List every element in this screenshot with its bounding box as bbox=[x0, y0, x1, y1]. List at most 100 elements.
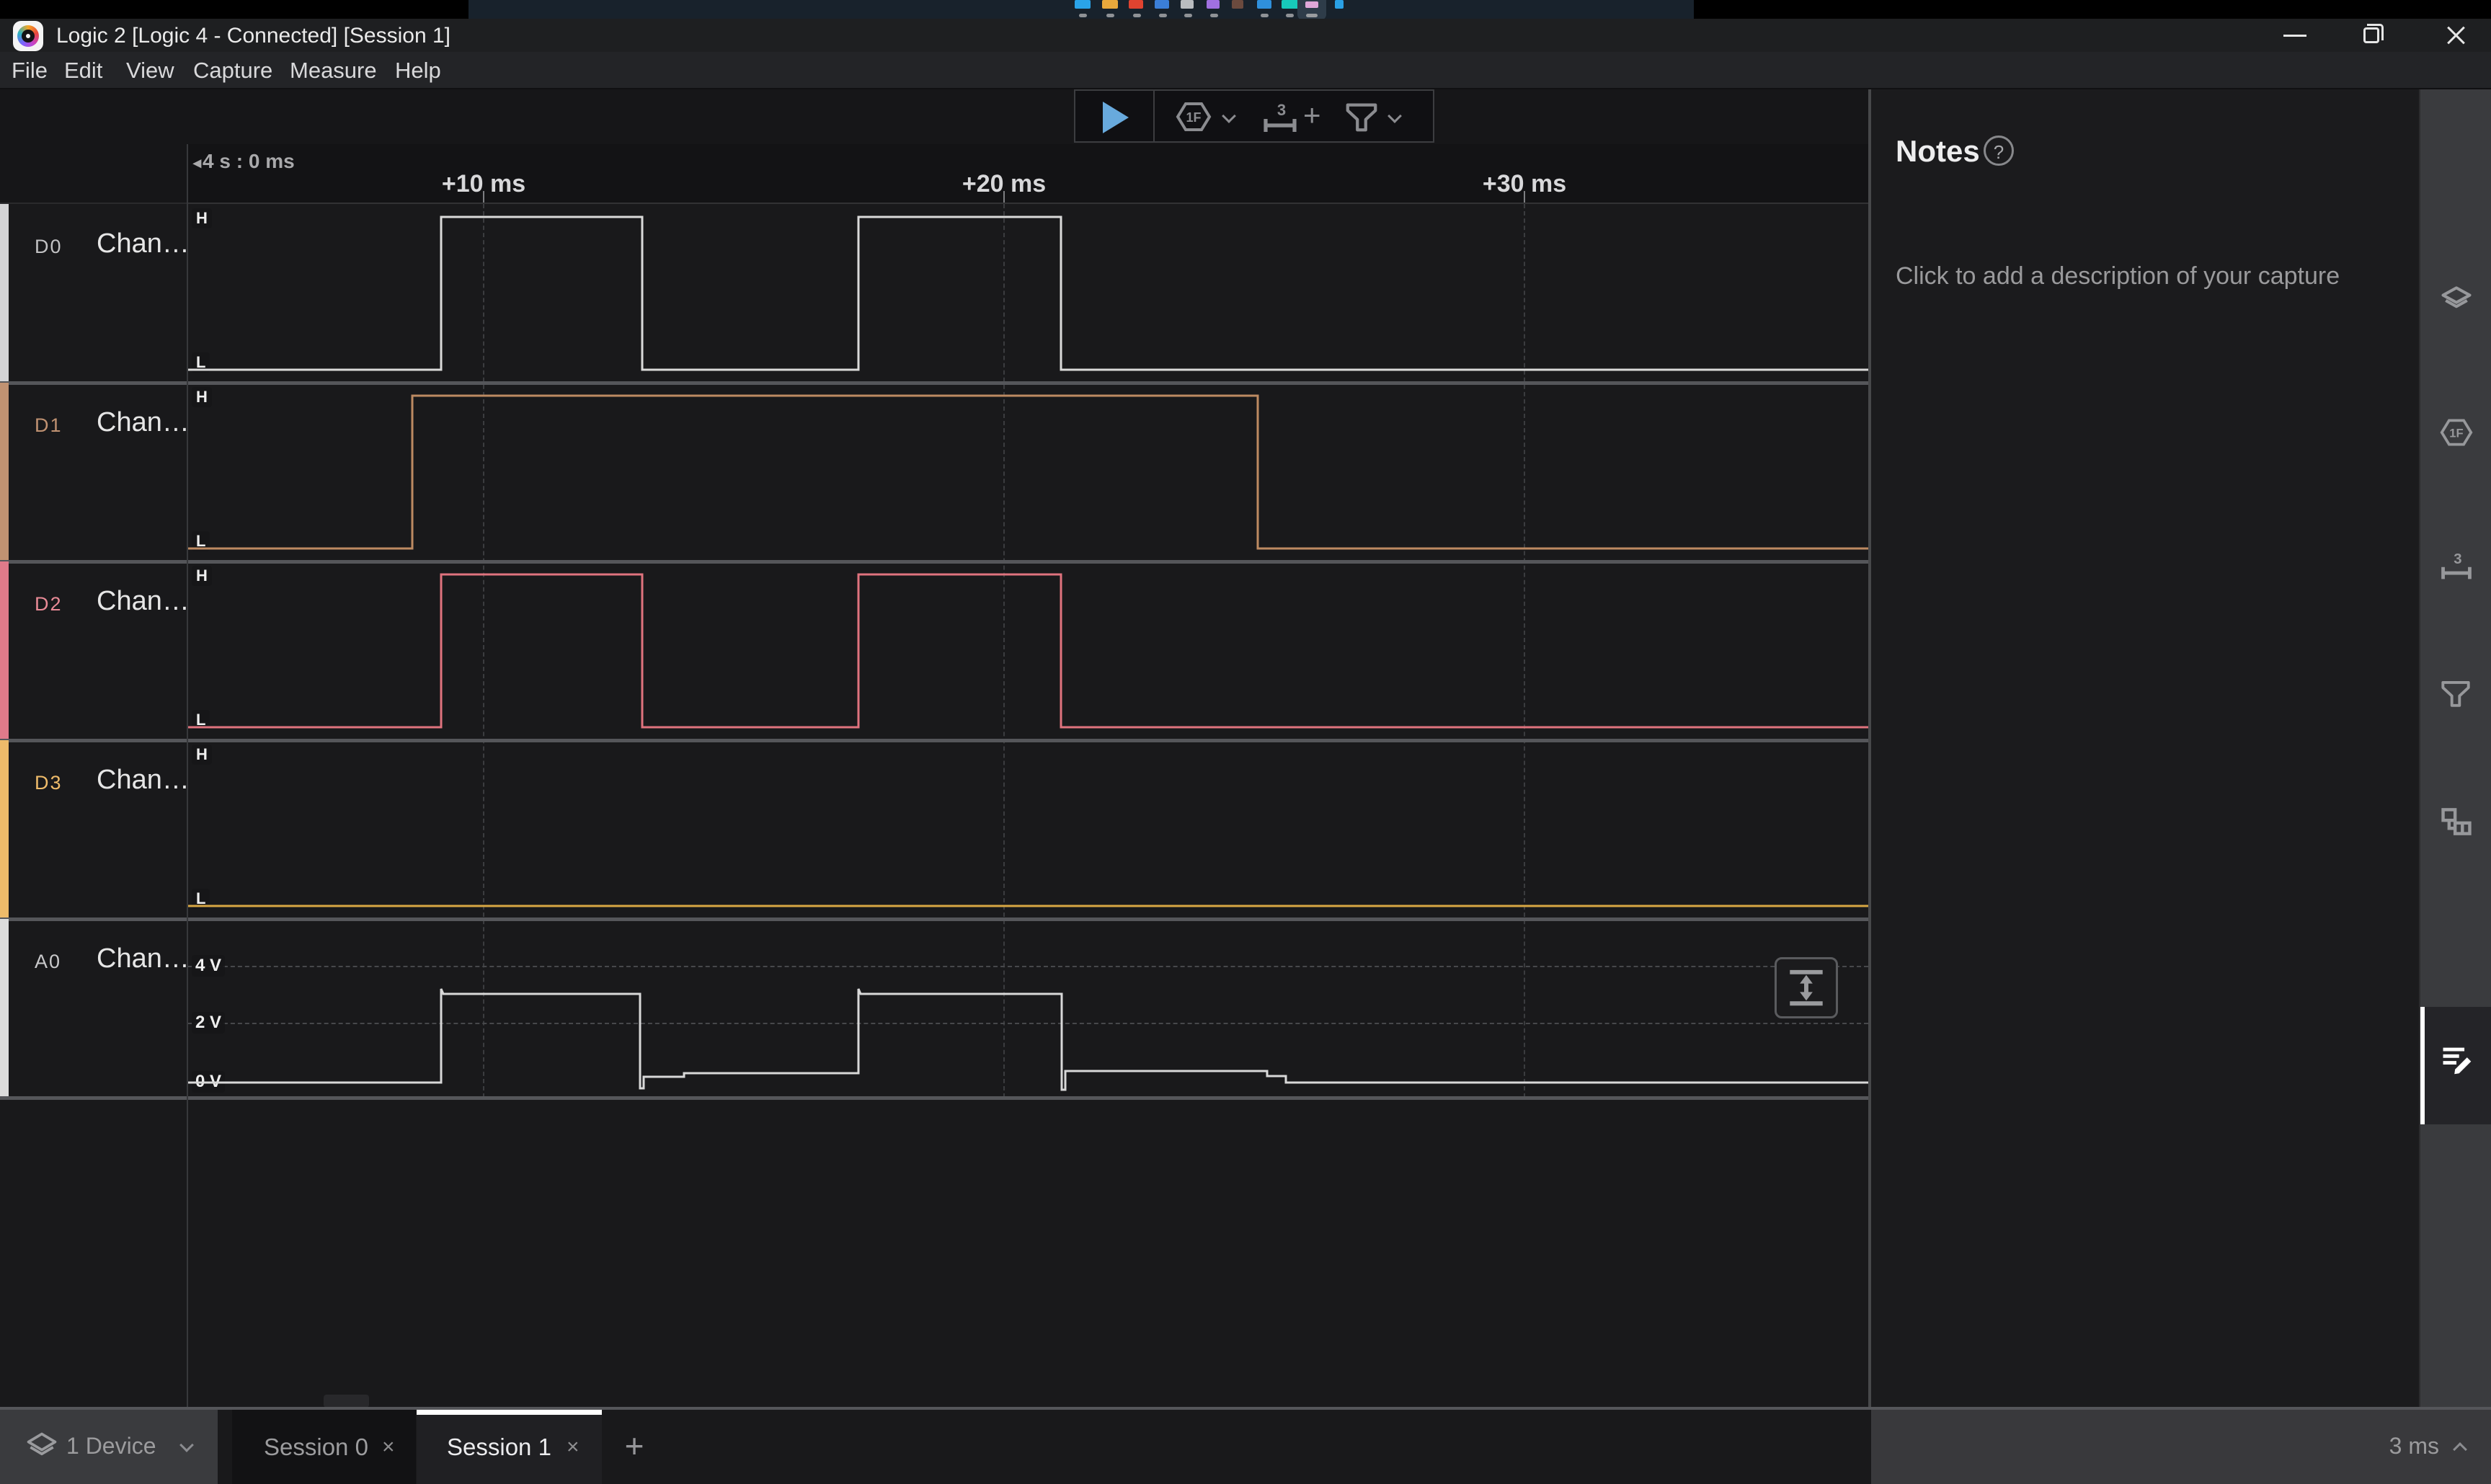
notes-pencil-icon[interactable] bbox=[2439, 1041, 2474, 1076]
waveform-d1[interactable]: HL bbox=[187, 383, 1868, 561]
waveform-trace bbox=[187, 561, 1868, 740]
channel-name[interactable]: Chan… bbox=[97, 407, 190, 438]
taskbar-running-dot bbox=[1184, 14, 1192, 17]
zoom-level[interactable]: 3 ms bbox=[2389, 1433, 2439, 1459]
menu-item-edit[interactable]: Edit bbox=[64, 58, 102, 84]
add-measurement-button[interactable]: + bbox=[1303, 98, 1321, 133]
tab-label: Session 1 bbox=[447, 1434, 551, 1461]
timeline-ruler[interactable]: ◂4 s : 0 ms +10 ms+20 ms+30 ms bbox=[187, 144, 1868, 204]
channel-id: A0 bbox=[35, 951, 61, 973]
waveform-a0[interactable]: 4 V2 V0 V bbox=[187, 919, 1868, 1098]
app-logo-icon bbox=[13, 21, 43, 51]
devices-layers-icon[interactable] bbox=[2439, 283, 2474, 317]
taskbar-app-icon[interactable] bbox=[1232, 0, 1243, 9]
channel-id: D2 bbox=[35, 593, 63, 616]
taskbar-app-icon[interactable] bbox=[1075, 0, 1091, 9]
device-layers-icon bbox=[25, 1430, 59, 1465]
channel-row-d0[interactable]: D0Chan…HL bbox=[0, 204, 1868, 383]
menu-item-file[interactable]: File bbox=[12, 58, 48, 84]
waveform-d3[interactable]: HL bbox=[187, 740, 1868, 919]
taskbar-app-icon[interactable] bbox=[1257, 0, 1271, 9]
channel-name[interactable]: Chan… bbox=[97, 943, 190, 974]
menu-item-measure[interactable]: Measure bbox=[290, 58, 377, 84]
menu-item-help[interactable]: Help bbox=[395, 58, 441, 84]
channel-row-d1[interactable]: D1Chan…HL bbox=[0, 383, 1868, 561]
notes-title: Notes bbox=[1896, 134, 1980, 169]
os-taskbar-sliver bbox=[0, 0, 2491, 19]
menu-item-capture[interactable]: Capture bbox=[193, 58, 272, 84]
ruler-absolute-time: ◂4 s : 0 ms bbox=[193, 150, 295, 173]
ruler-corner bbox=[0, 144, 187, 204]
taskbar-active-app-slot[interactable] bbox=[1297, 0, 1326, 20]
device-label: 1 Device bbox=[66, 1433, 156, 1459]
notes-panel: Notes ? Click to add a description of yo… bbox=[1871, 89, 2419, 1408]
channel-name[interactable]: Chan… bbox=[97, 765, 190, 796]
svg-text:3: 3 bbox=[1277, 101, 1286, 119]
fit-vertical-scale-button[interactable] bbox=[1775, 957, 1838, 1018]
taskbar-app-icon[interactable] bbox=[1181, 0, 1194, 9]
taskbar-running-dot bbox=[1106, 14, 1114, 17]
title-bar: Logic 2 [Logic 4 - Connected] [Session 1… bbox=[0, 19, 2491, 52]
tab-session-1[interactable]: Session 1 × bbox=[417, 1410, 602, 1484]
horizontal-scrollbar-thumb[interactable] bbox=[324, 1395, 369, 1408]
analyzers-hexagon-icon[interactable]: 1F bbox=[2439, 417, 2474, 451]
taskbar-running-dot bbox=[1133, 14, 1141, 17]
waveform-lanes: D0Chan…HLD1Chan…HLD2Chan…HLD3Chan…HLA0Ch… bbox=[0, 204, 1868, 1098]
waveform-d0[interactable]: HL bbox=[187, 204, 1868, 383]
trigger-funnel-icon[interactable] bbox=[1344, 100, 1380, 137]
close-button[interactable] bbox=[2419, 19, 2491, 52]
extensions-grid-icon[interactable] bbox=[2439, 804, 2474, 839]
tab-session-0[interactable]: Session 0 × bbox=[232, 1410, 416, 1484]
restore-icon bbox=[2363, 27, 2379, 43]
channel-color-stripe bbox=[0, 204, 9, 383]
taskbar-running-dot bbox=[1210, 14, 1218, 17]
start-capture-button[interactable] bbox=[1074, 89, 1155, 143]
minimize-icon bbox=[2283, 35, 2306, 37]
app-logo-pupil bbox=[26, 34, 30, 38]
taskbar-app-icon[interactable] bbox=[1207, 0, 1220, 9]
notes-placeholder[interactable]: Click to add a description of your captu… bbox=[1896, 262, 2340, 290]
channel-color-stripe bbox=[0, 383, 9, 561]
channel-color-stripe bbox=[0, 740, 9, 919]
analyzers-hexagon-icon[interactable]: 1F bbox=[1175, 100, 1212, 137]
device-chevron-down-icon bbox=[179, 1438, 194, 1452]
help-icon[interactable]: ? bbox=[1984, 135, 2014, 166]
tab-close-icon[interactable]: × bbox=[567, 1435, 580, 1459]
waveform-d2[interactable]: HL bbox=[187, 561, 1868, 740]
status-bar-right: 3 ms bbox=[1871, 1410, 2491, 1484]
taskbar-app-icon[interactable] bbox=[1102, 0, 1118, 9]
measurements-bracket-icon[interactable]: 3 bbox=[2439, 548, 2474, 583]
trigger-funnel-icon[interactable] bbox=[2439, 677, 2474, 712]
taskbar-running-dot bbox=[1286, 14, 1294, 17]
logic2-app: Logic 2 [Logic 4 - Connected] [Session 1… bbox=[0, 0, 2491, 1484]
zoom-chevron-up-icon[interactable] bbox=[2453, 1442, 2467, 1457]
label-column-divider bbox=[187, 144, 188, 1408]
taskbar-running-dot bbox=[1079, 14, 1087, 17]
channel-row-d2[interactable]: D2 Chan…HL bbox=[0, 561, 1868, 740]
channel-name[interactable]: Chan… bbox=[97, 228, 190, 259]
menu-item-view[interactable]: View bbox=[126, 58, 174, 84]
analyzers-chevron-down-icon[interactable] bbox=[1222, 109, 1236, 123]
taskbar-app-icon[interactable] bbox=[1155, 0, 1169, 9]
right-icon-rail: 1F 3 bbox=[2419, 89, 2491, 1484]
tab-close-icon[interactable]: × bbox=[382, 1435, 395, 1459]
new-session-button[interactable]: + bbox=[614, 1424, 654, 1467]
toolbar-icon-group: 1F 3 + bbox=[1153, 89, 1434, 143]
taskbar-app-icon[interactable] bbox=[1129, 0, 1143, 9]
lane-separator bbox=[0, 1096, 1868, 1100]
measurements-bracket-icon[interactable]: 3 bbox=[1261, 99, 1299, 138]
minimize-button[interactable] bbox=[2258, 19, 2330, 52]
device-selector[interactable]: 1 Device bbox=[0, 1410, 218, 1484]
trigger-chevron-down-icon[interactable] bbox=[1387, 109, 1402, 123]
channel-color-stripe bbox=[0, 561, 9, 740]
taskbar-app-icon[interactable] bbox=[1335, 0, 1344, 9]
channel-name[interactable]: Chan… bbox=[97, 586, 190, 617]
channel-row-a0[interactable]: A0 Chan…4 V2 V0 V bbox=[0, 919, 1868, 1098]
restore-button[interactable] bbox=[2336, 19, 2408, 52]
waveform-trace bbox=[187, 204, 1868, 383]
channel-row-d3[interactable]: D3 Chan…HL bbox=[0, 740, 1868, 919]
os-taskbar-strip bbox=[469, 0, 1694, 19]
channel-id: D3 bbox=[35, 772, 63, 794]
svg-text:1F: 1F bbox=[2449, 426, 2463, 440]
waveform-trace bbox=[187, 383, 1868, 561]
